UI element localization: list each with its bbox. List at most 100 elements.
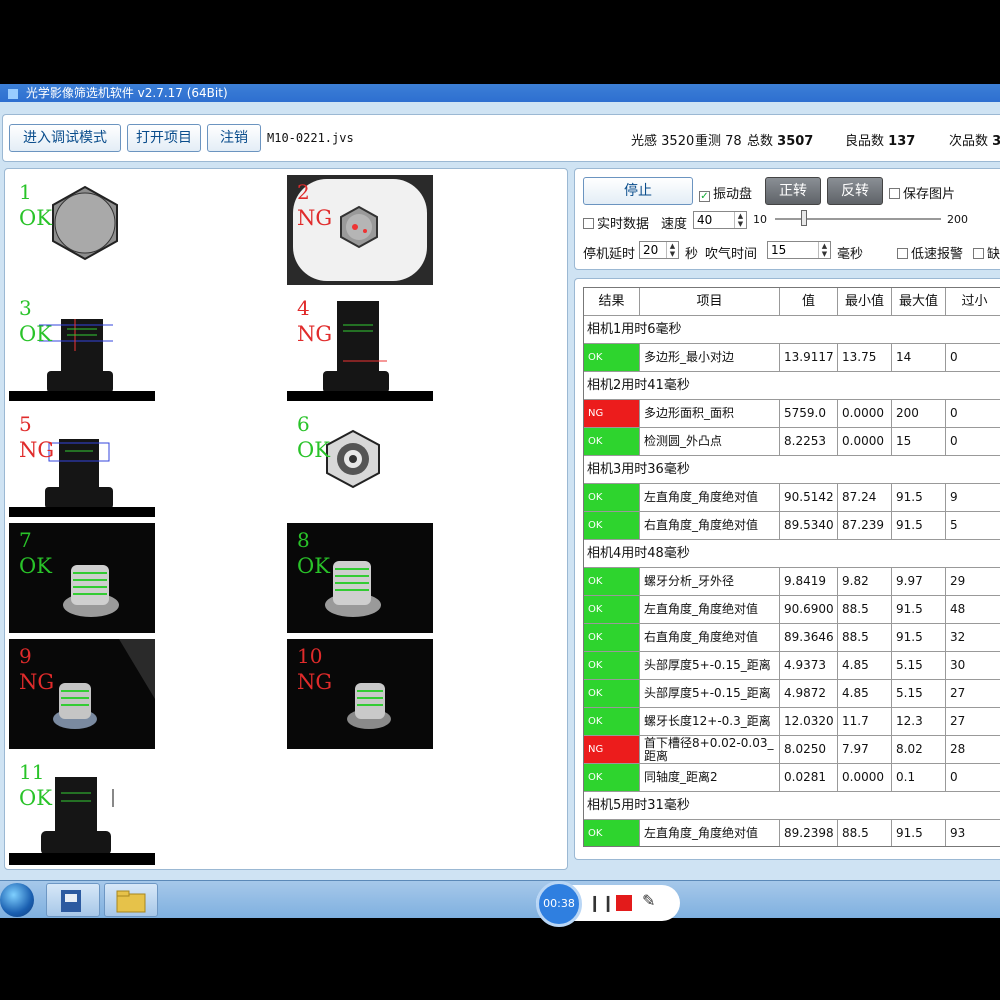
col-header-too-small[interactable]: 过小 (946, 288, 1000, 315)
camera-result: NG (297, 670, 333, 694)
speed-slider-thumb[interactable] (801, 210, 807, 226)
table-row[interactable]: OK 螺牙分析_牙外径 9.8419 9.82 9.97 29 (584, 568, 1000, 596)
camera-number: 11 (19, 760, 45, 784)
slider-min-label: 10 (753, 213, 767, 226)
cell-small: 30 (946, 652, 1000, 679)
stop-delay-input[interactable]: 20 ▲ ▼ (639, 241, 679, 259)
table-row[interactable]: OK 左直角度_角度绝对值 90.5142 87.24 91.5 9 (584, 484, 1000, 512)
col-header-min[interactable]: 最小值 (838, 288, 892, 315)
low-speed-alarm-checkbox[interactable]: 低速报警 (897, 243, 963, 262)
cell-min: 4.85 (838, 680, 892, 707)
cell-min: 13.75 (838, 344, 892, 371)
cell-small: 32 (946, 624, 1000, 651)
extra-checkbox[interactable]: 缺 (973, 243, 1000, 262)
col-header-item[interactable]: 项目 (640, 288, 780, 315)
reverse-button[interactable]: 反转 (827, 177, 883, 205)
save-image-checkbox[interactable]: 保存图片 (889, 183, 955, 202)
camera-view-11[interactable]: 11 OK (9, 755, 155, 865)
cell-small: 28 (946, 736, 1000, 763)
realtime-data-checkbox[interactable]: 实时数据 (583, 213, 649, 232)
cell-min: 4.85 (838, 652, 892, 679)
camera-view-10[interactable]: 10 NG (287, 639, 433, 749)
screen: 光学影像筛选机软件 v2.7.17 (64Bit) 进入调试模式 打开项目 注销… (0, 0, 1000, 1000)
camera-number: 9 (19, 644, 32, 668)
cell-result: OK (584, 624, 640, 651)
table-row[interactable]: OK 螺牙长度12+-0.3_距离 12.0320 11.7 12.3 27 (584, 708, 1000, 736)
camera-number: 4 (297, 296, 310, 320)
col-header-result[interactable]: 结果 (584, 288, 640, 315)
table-row[interactable]: NG 首下槽径8+0.02-0.03_距离 8.0250 7.97 8.02 28 (584, 736, 1000, 764)
forward-button[interactable]: 正转 (765, 177, 821, 205)
table-row[interactable]: OK 头部厚度5+-0.15_距离 4.9373 4.85 5.15 30 (584, 652, 1000, 680)
cell-result: OK (584, 652, 640, 679)
cell-small: 9 (946, 484, 1000, 511)
window-title: 光学影像筛选机软件 v2.7.17 (64Bit) (25, 86, 228, 100)
pause-icon[interactable]: ❙❙ (588, 893, 615, 912)
stop-button[interactable]: 停止 (583, 177, 693, 205)
taskbar-explorer-icon[interactable] (104, 883, 158, 917)
cell-min: 9.82 (838, 568, 892, 595)
cell-item: 多边形_最小对边 (640, 344, 780, 371)
table-row[interactable]: OK 多边形_最小对边 13.9117 13.75 14 0 (584, 344, 1000, 372)
camera-number: 6 (297, 412, 310, 436)
spinner-arrows-icon[interactable]: ▲ ▼ (666, 242, 678, 258)
table-row[interactable]: OK 同轴度_距离2 0.0281 0.0000 0.1 0 (584, 764, 1000, 792)
camera-view-8[interactable]: 8 OK (287, 523, 433, 633)
cell-min: 0.0000 (838, 400, 892, 427)
table-group-row[interactable]: 相机5用时31毫秒 (584, 792, 1000, 820)
camera-view-5[interactable]: 5 NG (9, 407, 155, 517)
cell-small: 93 (946, 820, 1000, 846)
slider-max-label: 200 (947, 213, 968, 226)
camera-number: 5 (19, 412, 32, 436)
camera-view-4[interactable]: 4 NG (287, 291, 433, 401)
speed-slider-track[interactable] (775, 218, 941, 220)
camera-view-3[interactable]: 3 OK (9, 291, 155, 401)
app-icon (61, 890, 81, 912)
spinner-arrows-icon[interactable]: ▲ ▼ (818, 242, 830, 258)
taskbar-app-icon[interactable] (46, 883, 100, 917)
start-button[interactable] (0, 883, 34, 917)
cell-max: 91.5 (892, 484, 946, 511)
logout-button[interactable]: 注销 (207, 124, 261, 152)
table-row[interactable]: OK 左直角度_角度绝对值 89.2398 88.5 91.5 93 (584, 820, 1000, 846)
checkbox-icon (889, 188, 900, 199)
cell-min: 88.5 (838, 596, 892, 623)
results-table: 结果 项目 值 最小值 最大值 过小 相机1用时6毫秒 OK 多边形_最小对边 13.… (583, 287, 1000, 847)
camera-result: OK (19, 322, 52, 346)
vibration-checkbox[interactable]: ✓ 振动盘 (699, 183, 752, 202)
blow-time-input[interactable]: 15 ▲ ▼ (767, 241, 831, 259)
cell-small: 29 (946, 568, 1000, 595)
table-group-row[interactable]: 相机4用时48毫秒 (584, 540, 1000, 568)
table-group-row[interactable]: 相机2用时41毫秒 (584, 372, 1000, 400)
open-project-button[interactable]: 打开项目 (127, 124, 201, 152)
checkbox-icon (583, 218, 594, 229)
col-header-value[interactable]: 值 (780, 288, 838, 315)
table-group-row[interactable]: 相机3用时36毫秒 (584, 456, 1000, 484)
stop-record-icon[interactable] (616, 895, 632, 911)
spinner-arrows-icon[interactable]: ▲ ▼ (734, 212, 746, 228)
cell-item: 螺牙分析_牙外径 (640, 568, 780, 595)
table-row[interactable]: OK 右直角度_角度绝对值 89.5340 87.239 91.5 5 (584, 512, 1000, 540)
pen-icon[interactable]: ✎ (642, 891, 655, 910)
camera-view-9[interactable]: 9 NG (9, 639, 155, 749)
camera-number: 8 (297, 528, 310, 552)
table-row[interactable]: OK 头部厚度5+-0.15_距离 4.9872 4.85 5.15 27 (584, 680, 1000, 708)
camera-view-1[interactable]: 1 OK (9, 175, 155, 285)
cell-max: 9.97 (892, 568, 946, 595)
table-group-row[interactable]: 相机1用时6毫秒 (584, 316, 1000, 344)
camera-view-6[interactable]: 6 OK (287, 407, 433, 517)
camera-view-2[interactable]: 2 NG (287, 175, 433, 285)
col-header-max[interactable]: 最大值 (892, 288, 946, 315)
table-row[interactable]: OK 右直角度_角度绝对值 89.3646 88.5 91.5 32 (584, 624, 1000, 652)
camera-result: NG (19, 438, 55, 462)
cell-item: 首下槽径8+0.02-0.03_距离 (640, 736, 780, 763)
table-row[interactable]: OK 检测圆_外凸点 8.2253 0.0000 15 0 (584, 428, 1000, 456)
cell-min: 7.97 (838, 736, 892, 763)
table-row[interactable]: NG 多边形面积_面积 5759.0 0.0000 200 0 (584, 400, 1000, 428)
debug-mode-button[interactable]: 进入调试模式 (9, 124, 121, 152)
camera-view-7[interactable]: 7 OK (9, 523, 155, 633)
table-row[interactable]: OK 左直角度_角度绝对值 90.6900 88.5 91.5 48 (584, 596, 1000, 624)
speed-input[interactable]: 40 ▲ ▼ (693, 211, 747, 229)
app-window: 进入调试模式 打开项目 注销 M10-0221.jvs 光感 3520 重测 7… (0, 102, 1000, 880)
camera-timing-label: 相机5用时31毫秒 (587, 798, 690, 813)
